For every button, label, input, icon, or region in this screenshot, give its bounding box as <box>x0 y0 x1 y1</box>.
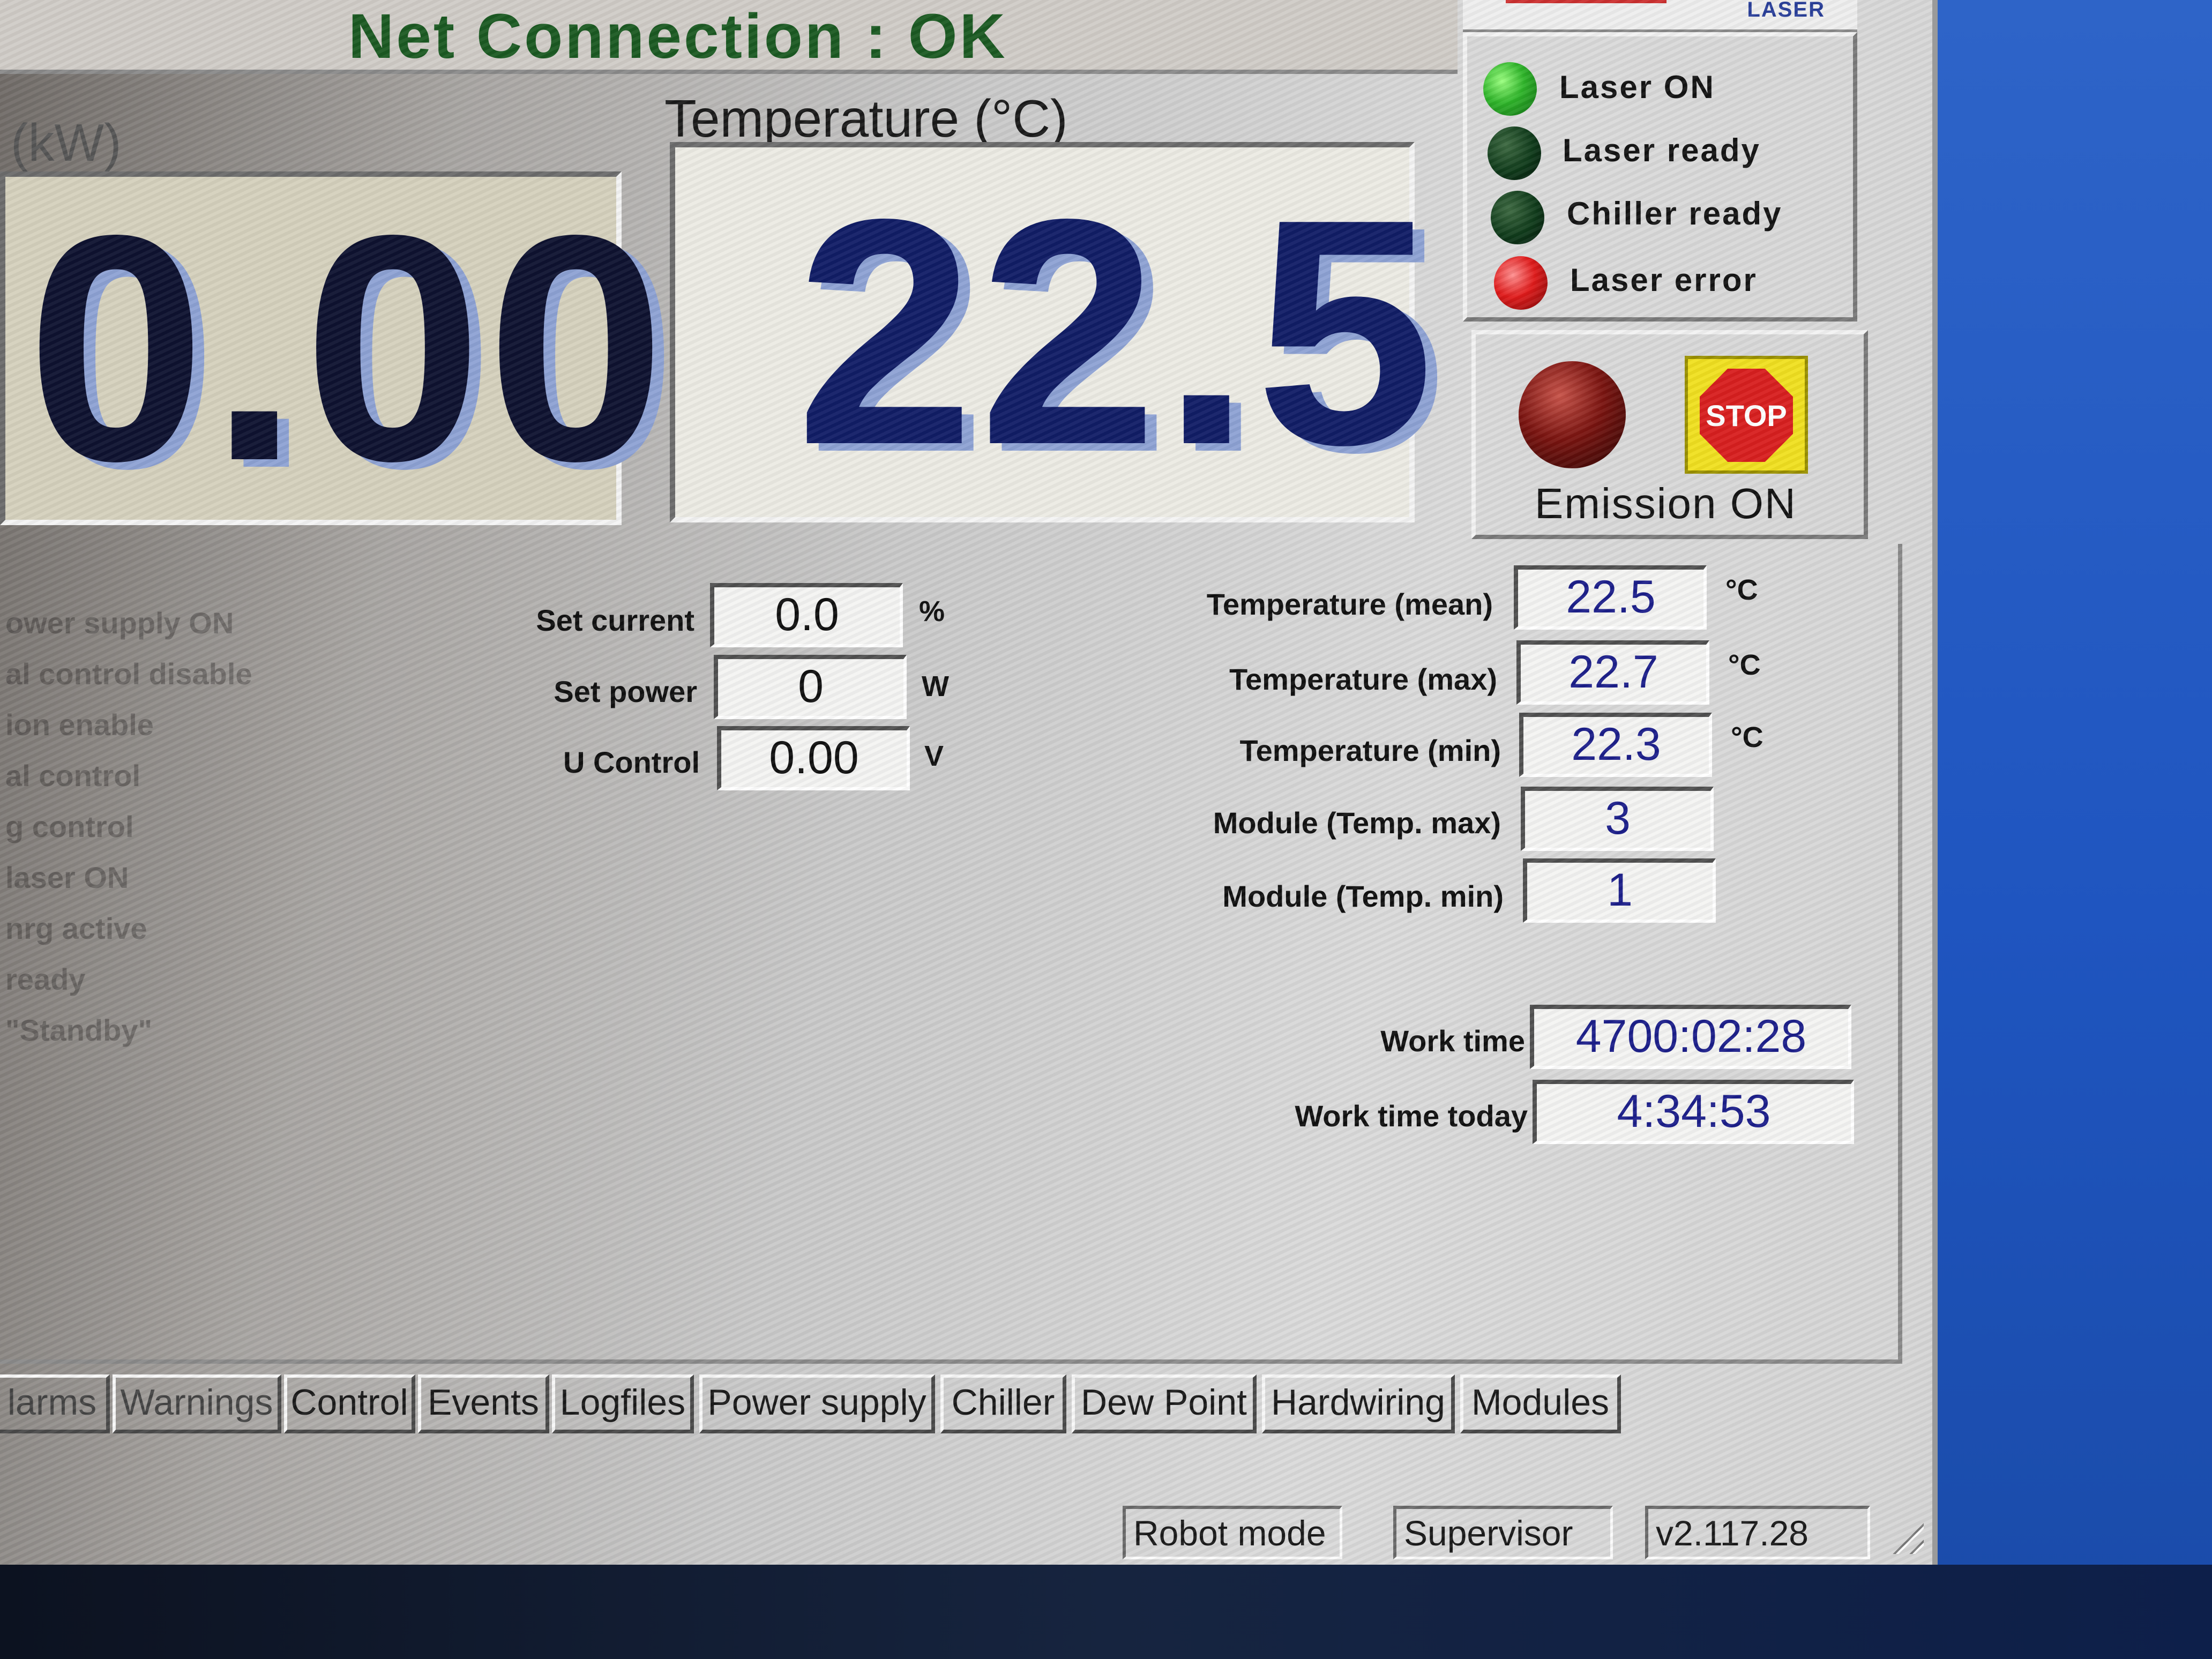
temp-max-label: Temperature (max) <box>1229 662 1497 696</box>
net-connection-status: Net Connection : OK <box>348 1 1007 72</box>
u-control-unit: V <box>924 740 944 772</box>
temp-max-unit: °C <box>1728 649 1761 681</box>
laser-error-led <box>1494 256 1548 310</box>
status-item: ower supply ON <box>5 606 234 640</box>
laser-ready-led <box>1488 126 1541 180</box>
emission-indicator <box>1519 361 1626 468</box>
u-control-label: U Control <box>563 745 700 779</box>
temperature-display: 22.5 <box>670 142 1434 522</box>
monitor-bezel <box>0 1565 2212 1659</box>
module-min-field: 1 <box>1523 858 1716 923</box>
tab-warnings[interactable]: Warnings <box>113 1374 281 1433</box>
laser-ready-label: Laser ready <box>1563 132 1761 168</box>
resize-grip-icon[interactable] <box>1886 1516 1924 1554</box>
status-item: ion enable <box>5 708 154 742</box>
temp-max-field: 22.7 <box>1516 640 1709 705</box>
status-version: v2.117.28 <box>1645 1506 1870 1559</box>
emission-panel: STOP Emission ON <box>1471 330 1868 539</box>
u-control-field[interactable]: 0.00 <box>717 726 910 790</box>
status-item: ready <box>5 962 86 996</box>
power-value: 0.00 <box>27 169 670 528</box>
status-item: al control disable <box>5 657 252 691</box>
temp-mean-label: Temperature (mean) <box>1206 587 1493 621</box>
tab-logfiles[interactable]: Logfiles <box>552 1374 694 1433</box>
set-current-field[interactable]: 0.0 <box>710 583 903 647</box>
set-current-label: Set current <box>536 603 694 637</box>
tab-alarms[interactable]: larms <box>0 1374 110 1433</box>
tab-chiller[interactable]: Chiller <box>940 1374 1066 1433</box>
tab-control[interactable]: Control <box>284 1374 415 1433</box>
chiller-ready-led <box>1491 191 1544 244</box>
tab-modules[interactable]: Modules <box>1460 1374 1621 1433</box>
temp-min-field: 22.3 <box>1519 713 1712 777</box>
logo-text: LASER <box>1747 0 1825 21</box>
temp-min-unit: °C <box>1731 721 1763 753</box>
tab-events[interactable]: Events <box>418 1374 549 1433</box>
stop-button[interactable]: STOP <box>1685 356 1808 474</box>
laser-on-led <box>1483 62 1537 116</box>
temperature-label: Temperature (°C) <box>664 89 1068 148</box>
status-item: "Standby" <box>5 1013 153 1047</box>
tab-power-supply[interactable]: Power supply <box>699 1374 935 1433</box>
laser-error-label: Laser error <box>1570 262 1758 298</box>
temp-mean-field: 22.5 <box>1514 565 1707 630</box>
status-user: Supervisor <box>1393 1506 1613 1559</box>
work-time-today-label: Work time today <box>1295 1099 1528 1133</box>
set-current-unit: % <box>919 595 945 627</box>
chiller-ready-label: Chiller ready <box>1567 196 1783 231</box>
set-power-field[interactable]: 0 <box>714 655 907 719</box>
temp-mean-unit: °C <box>1725 574 1758 606</box>
laser-on-label: Laser ON <box>1559 69 1715 105</box>
logo-line <box>1506 0 1667 3</box>
work-time-today-field: 4:34:53 <box>1533 1080 1854 1144</box>
status-item: laser ON <box>5 861 129 894</box>
set-power-label: Set power <box>554 675 697 708</box>
set-power-unit: W <box>922 670 949 703</box>
temperature-value: 22.5 <box>796 153 1439 512</box>
stop-label: STOP <box>1706 398 1787 432</box>
power-label: r (kW) <box>0 113 122 172</box>
power-display: 0.00 <box>0 171 666 525</box>
status-item: g control <box>5 810 134 843</box>
tab-hardwiring[interactable]: Hardwiring <box>1262 1374 1455 1433</box>
module-min-label: Module (Temp. min) <box>1222 879 1504 913</box>
status-mode: Robot mode <box>1123 1506 1342 1559</box>
module-max-field: 3 <box>1521 787 1714 851</box>
net-connection-bar: Net Connection : OK <box>0 0 1458 74</box>
status-item: al control <box>5 759 141 793</box>
work-time-label: Work time <box>1380 1024 1525 1058</box>
status-item: nrg active <box>5 911 147 945</box>
module-max-label: Module (Temp. max) <box>1213 806 1501 840</box>
status-led-panel: Laser ON Laser ready Chiller ready Laser… <box>1463 32 1857 322</box>
laser-control-window: Net Connection : OK LASER r (kW) 0.00 Te… <box>0 0 1938 1565</box>
emission-label: Emission ON <box>1535 480 1797 527</box>
temp-min-label: Temperature (min) <box>1239 734 1501 767</box>
tab-dew-point[interactable]: Dew Point <box>1072 1374 1257 1433</box>
stop-icon: STOP <box>1700 369 1793 462</box>
laser-logo: LASER <box>1463 0 1857 33</box>
work-time-field: 4700:02:28 <box>1530 1005 1851 1069</box>
